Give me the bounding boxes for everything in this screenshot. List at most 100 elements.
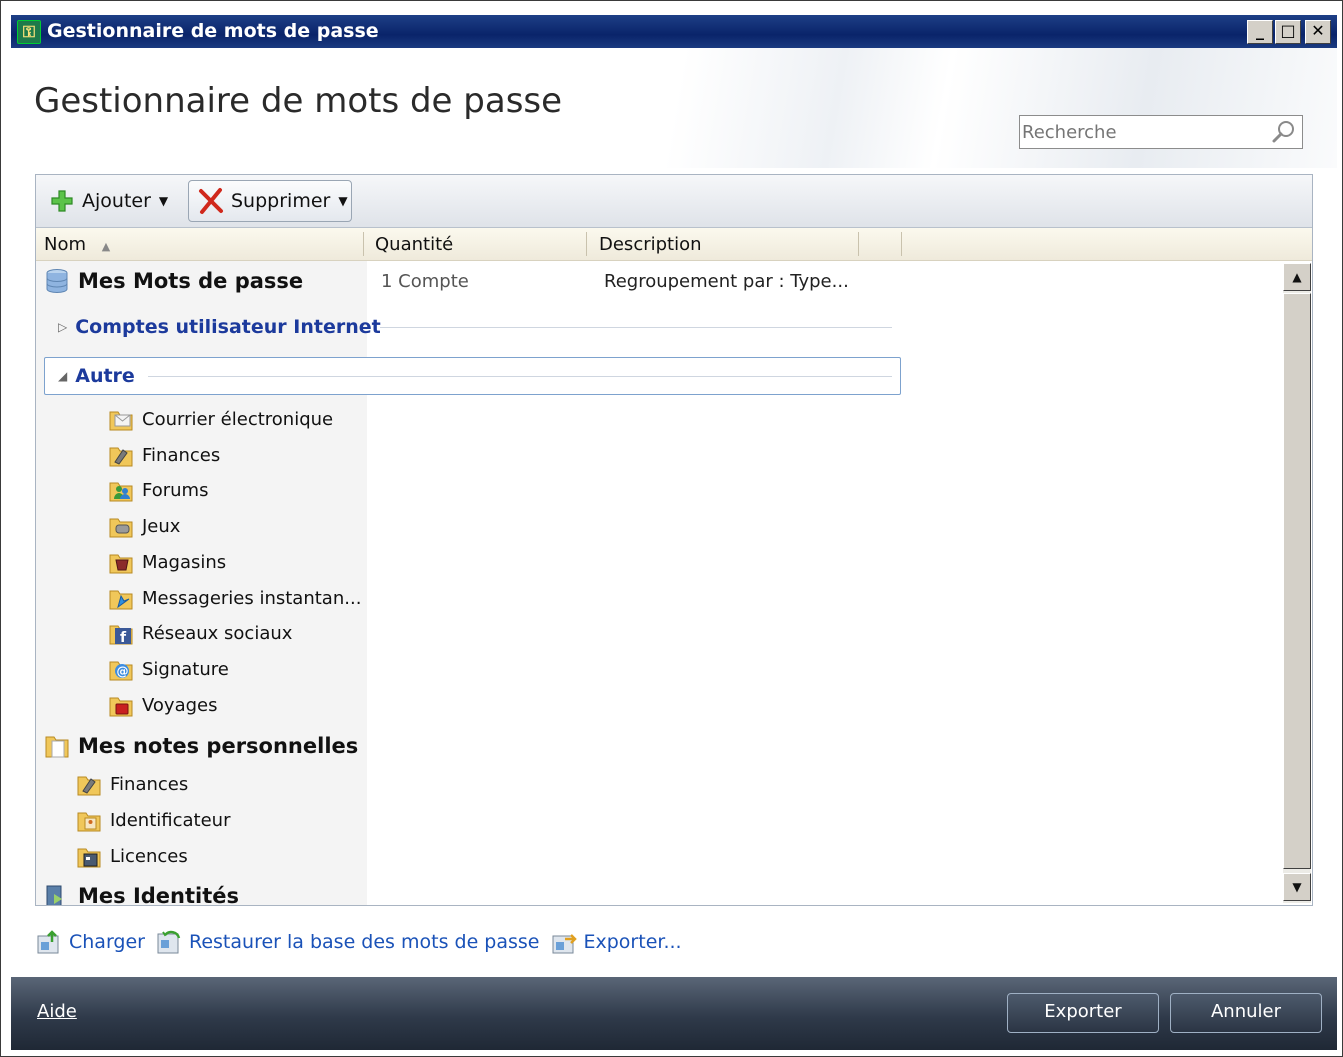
svg-text:@: @ <box>117 665 129 679</box>
column-quantity[interactable]: Quantité <box>375 234 453 255</box>
tree-item-passwords[interactable]: Mes Mots de passe <box>44 264 303 298</box>
window-title: Gestionnaire de mots de passe <box>47 20 379 42</box>
svg-text:f: f <box>120 630 127 646</box>
restore-link[interactable]: Restaurer la base des mots de passe <box>155 928 540 956</box>
group-label: Comptes utilisateur Internet <box>75 316 381 338</box>
facebook-icon: f <box>109 625 133 646</box>
shopping-folder-icon <box>109 554 133 574</box>
suitcase-icon <box>109 697 133 717</box>
scroll-thumb[interactable] <box>1283 293 1311 869</box>
action-links: Charger Restaurer la base des mots de pa… <box>35 925 692 959</box>
sort-ascending-icon: ▲ <box>101 240 111 253</box>
tree-item-label: Forums <box>142 479 209 501</box>
restore-link-label: Restaurer la base des mots de passe <box>189 931 540 953</box>
tree-item-games[interactable]: Jeux <box>108 509 180 543</box>
messaging-folder-icon <box>109 590 133 610</box>
title-bar[interactable]: ⚿ Gestionnaire de mots de passe _ □ ✕ <box>11 15 1337 48</box>
search-icon[interactable] <box>1270 119 1296 145</box>
tree-list: Mes Mots de passe 1 Compte Regroupement … <box>36 261 1282 905</box>
tree-item-identities[interactable]: Mes Identités <box>44 879 239 905</box>
add-icon <box>51 190 73 212</box>
delete-button-label: Supprimer <box>231 190 331 212</box>
export-link-label: Exporter... <box>583 931 682 953</box>
footer-bar: Aide Exporter Annuler <box>11 977 1337 1050</box>
close-button[interactable]: ✕ <box>1305 20 1331 44</box>
cancel-button[interactable]: Annuler <box>1170 993 1322 1033</box>
load-link[interactable]: Charger <box>35 928 145 956</box>
mail-folder-icon <box>109 411 133 431</box>
load-link-label: Charger <box>69 931 145 953</box>
export-button[interactable]: Exporter <box>1007 993 1159 1033</box>
tree-item-label: Mes Mots de passe <box>78 269 304 293</box>
toolbar: Ajouter ▼ Supprimer ▼ <box>36 175 1312 228</box>
tree-item-forums[interactable]: Forums <box>108 473 208 507</box>
tree-item-label: Réseaux sociaux <box>142 622 293 644</box>
delete-icon <box>199 188 223 214</box>
minimize-button[interactable]: _ <box>1247 20 1273 44</box>
identity-icon <box>46 885 62 905</box>
search-box[interactable] <box>1019 115 1303 149</box>
page-title: Gestionnaire de mots de passe <box>34 81 563 121</box>
column-name-label: Nom <box>44 234 87 255</box>
tree-item-finances[interactable]: Finances <box>108 438 220 472</box>
tree-item-travel[interactable]: Voyages <box>108 688 218 722</box>
delete-button[interactable]: Supprimer ▼ <box>188 180 352 222</box>
group-divider <box>380 327 892 328</box>
chevron-down-icon: ▼ <box>158 194 169 208</box>
column-description[interactable]: Description <box>599 234 702 255</box>
help-link[interactable]: Aide <box>37 1001 77 1022</box>
tree-item-social-networks[interactable]: f Réseaux sociaux <box>108 616 292 650</box>
tree-item-email[interactable]: Courrier électronique <box>108 402 333 436</box>
key-icon: ⚿ <box>17 20 41 44</box>
maximize-button[interactable]: □ <box>1275 20 1301 44</box>
export-icon <box>552 934 577 954</box>
tree-item-notes-finances[interactable]: Finances <box>76 767 188 801</box>
vertical-scrollbar[interactable]: ▲ ▼ <box>1283 263 1311 903</box>
tree-item-identifier[interactable]: Identificateur <box>76 803 230 837</box>
passwords-quantity: 1 Compte <box>381 271 469 292</box>
finance-folder-icon <box>77 776 101 796</box>
group-label: Autre <box>75 365 135 387</box>
collapse-icon: ◢ <box>58 369 68 383</box>
main-panel: Ajouter ▼ Supprimer ▼ Nom ▲ Quantité Des… <box>35 174 1313 906</box>
tree-item-licences[interactable]: Licences <box>76 839 188 873</box>
tree-item-instant-messaging[interactable]: Messageries instantan... <box>108 581 361 615</box>
column-separator[interactable] <box>901 232 902 256</box>
finance-folder-icon <box>109 447 133 467</box>
tree-item-personal-notes[interactable]: Mes notes personnelles <box>44 729 358 763</box>
restore-icon <box>157 930 181 954</box>
tree-item-label: Licences <box>110 845 188 867</box>
column-separator[interactable] <box>858 232 859 256</box>
forums-folder-icon <box>109 482 133 502</box>
scroll-up-button[interactable]: ▲ <box>1283 263 1311 291</box>
upload-icon <box>37 930 59 954</box>
tree-item-shops[interactable]: Magasins <box>108 545 226 579</box>
tree-item-label: Messageries instantan... <box>142 587 362 609</box>
database-icon <box>46 269 68 294</box>
tree-item-label: Magasins <box>142 551 227 573</box>
tree-item-label: Finances <box>142 444 221 466</box>
search-input[interactable] <box>1022 118 1262 146</box>
export-link[interactable]: Exporter... <box>550 928 682 956</box>
group-other[interactable]: ◢ Autre <box>58 359 892 393</box>
tree-item-label: Voyages <box>142 694 218 716</box>
column-separator[interactable] <box>586 232 587 256</box>
games-folder-icon <box>109 518 133 538</box>
group-divider <box>148 376 892 377</box>
tree-item-label: Signature <box>142 658 229 680</box>
group-internet-accounts[interactable]: ▷ Comptes utilisateur Internet <box>58 310 892 344</box>
tree-item-label: Identificateur <box>110 809 231 831</box>
at-sign-icon: @ <box>109 661 133 681</box>
tree-item-label: Mes Identités <box>78 884 240 905</box>
tree-item-signature[interactable]: @ Signature <box>108 652 229 686</box>
identifier-folder-icon <box>77 812 101 832</box>
add-button[interactable]: Ajouter ▼ <box>50 180 174 222</box>
column-header: Nom ▲ Quantité Description <box>36 228 1312 261</box>
scroll-down-button[interactable]: ▼ <box>1283 873 1311 901</box>
add-button-label: Ajouter <box>82 190 151 212</box>
column-separator[interactable] <box>363 232 364 256</box>
tree-item-label: Courrier électronique <box>142 408 334 430</box>
expand-icon: ▷ <box>58 320 68 334</box>
password-manager-window: ⚿ Gestionnaire de mots de passe _ □ ✕ Ge… <box>0 0 1343 1057</box>
column-name[interactable]: Nom ▲ <box>44 234 110 255</box>
